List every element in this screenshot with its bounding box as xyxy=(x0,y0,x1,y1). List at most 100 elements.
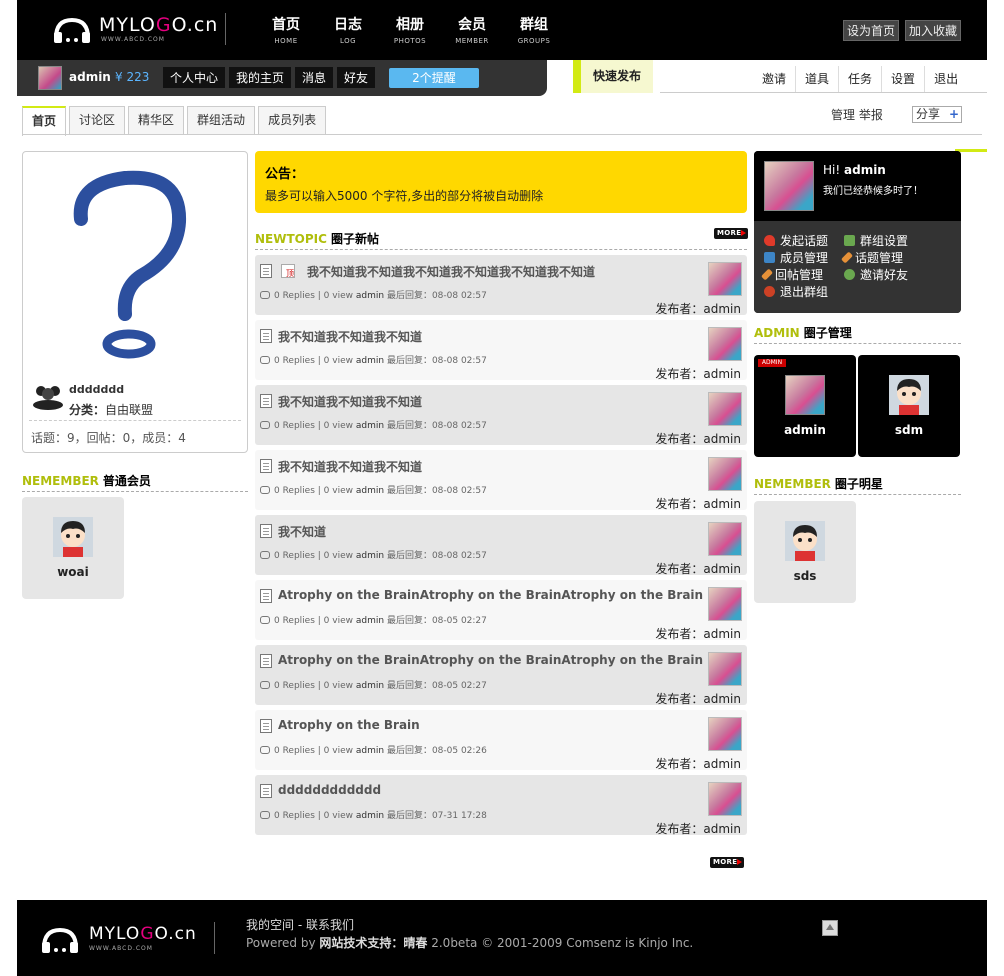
topic-title[interactable]: 我不知道我不知道我不知道 xyxy=(278,393,422,410)
set-home-link[interactable]: 设为首页 xyxy=(842,20,899,41)
friends-button[interactable]: 好友 xyxy=(337,67,376,88)
topic-author-avatar[interactable] xyxy=(708,652,742,686)
user-right-tabs: 邀请 道具 任务 设置 退出 xyxy=(753,66,968,92)
topic-author-avatar[interactable] xyxy=(708,457,742,491)
tab-settings[interactable]: 设置 xyxy=(881,66,925,92)
tab-discussion[interactable]: 讨论区 xyxy=(69,106,126,134)
tab-group-activity[interactable]: 群组活动 xyxy=(187,106,256,134)
nav-groups[interactable]: 群组 GROUPS xyxy=(503,14,565,45)
topic-author-avatar[interactable] xyxy=(708,587,742,621)
topic-title[interactable]: 我不知道我不知道我不知道 xyxy=(278,328,422,345)
topic-row[interactable]: Atrophy on the Brain 0 Replies | 0 view a… xyxy=(255,710,747,772)
topic-author-avatar[interactable] xyxy=(708,522,742,556)
topic-user[interactable]: admin xyxy=(356,681,384,691)
topic-user[interactable]: admin xyxy=(356,486,384,496)
back-to-top-icon[interactable] xyxy=(822,920,838,936)
my-homepage-button[interactable]: 我的主页 xyxy=(229,67,292,88)
action-leave-group[interactable]: 退出群组 xyxy=(764,283,828,300)
nav-photos[interactable]: 相册 PHOTOS xyxy=(379,14,441,45)
admin-card[interactable]: sdm xyxy=(858,355,960,457)
nav-member[interactable]: 会员 MEMBER xyxy=(441,14,503,45)
comment-icon xyxy=(260,551,270,559)
user-avatar[interactable] xyxy=(38,66,62,90)
topic-title[interactable]: 我不知道我不知道我不知道 xyxy=(278,458,422,475)
topic-row[interactable]: 我不知道我不知道我不知道 0 Replies | 0 view admin 最后回… xyxy=(255,385,747,447)
group-name[interactable]: ddddddd xyxy=(69,383,124,396)
topic-author-avatar[interactable] xyxy=(708,262,742,296)
topic-title[interactable]: Atrophy on the BrainAtrophy on the Brain… xyxy=(278,653,703,667)
user-center-button[interactable]: 个人中心 xyxy=(163,67,226,88)
topic-author[interactable]: 发布者：admin xyxy=(655,430,741,447)
member-card[interactable]: woai xyxy=(22,497,124,599)
action-member-manage[interactable]: 成员管理 xyxy=(764,249,828,266)
topic-user[interactable]: admin xyxy=(356,746,384,756)
add-favorite-link[interactable]: 加入收藏 xyxy=(904,20,961,41)
tab-invite[interactable]: 邀请 xyxy=(753,66,796,92)
topic-title[interactable]: Atrophy on the Brain xyxy=(278,718,420,732)
topic-row[interactable]: 顶我不知道我不知道我不知道我不知道我不知道我不知道 0 Replies | 0 v… xyxy=(255,255,747,317)
star-member-card[interactable]: sds xyxy=(754,501,856,603)
topic-author-avatar[interactable] xyxy=(708,327,742,361)
more-topics-button[interactable]: MORE xyxy=(714,228,748,239)
topic-row[interactable]: 我不知道我不知道我不知道 0 Replies | 0 view admin 最后回… xyxy=(255,450,747,512)
tab-tasks[interactable]: 任务 xyxy=(838,66,882,92)
topic-author-avatar[interactable] xyxy=(708,782,742,816)
user-name[interactable]: admin xyxy=(69,70,111,84)
comment-icon xyxy=(260,616,270,624)
divider xyxy=(660,92,987,93)
topic-author[interactable]: 发布者：admin xyxy=(655,625,741,642)
profile-avatar[interactable] xyxy=(764,161,814,211)
topic-row[interactable]: Atrophy on the BrainAtrophy on the Brain… xyxy=(255,580,747,642)
tab-featured[interactable]: 精华区 xyxy=(128,106,185,134)
topic-author[interactable]: 发布者：admin xyxy=(655,755,741,772)
topic-user[interactable]: admin xyxy=(356,616,384,626)
topic-author-avatar[interactable] xyxy=(708,392,742,426)
document-icon xyxy=(260,394,272,408)
share-button[interactable]: 分享 + xyxy=(912,106,962,123)
divider xyxy=(29,420,241,421)
topic-author[interactable]: 发布者：admin xyxy=(655,690,741,707)
action-group-settings[interactable]: 群组设置 xyxy=(844,232,908,249)
topic-row[interactable]: dddddddddddd 0 Replies | 0 view admin 最后回… xyxy=(255,775,747,837)
tab-member-list[interactable]: 成员列表 xyxy=(258,106,327,134)
nav-home[interactable]: 首页 HOME xyxy=(255,14,317,45)
action-topic-manage[interactable]: 话题管理 xyxy=(840,249,903,266)
topic-user[interactable]: admin xyxy=(356,551,384,561)
topic-title[interactable]: 我不知道 xyxy=(278,523,326,540)
topic-title[interactable]: dddddddddddd xyxy=(278,783,381,797)
member-name: sds xyxy=(793,569,817,583)
manage-report-links[interactable]: 管理 举报 xyxy=(831,106,883,123)
comment-icon xyxy=(260,811,270,819)
topic-row[interactable]: Atrophy on the BrainAtrophy on the Brain… xyxy=(255,645,747,707)
topic-author[interactable]: 发布者：admin xyxy=(655,365,741,382)
topic-author[interactable]: 发布者：admin xyxy=(655,820,741,837)
topic-author[interactable]: 发布者：admin xyxy=(655,560,741,577)
topic-user[interactable]: admin xyxy=(356,291,384,301)
topic-author[interactable]: 发布者：admin xyxy=(655,300,741,317)
tab-group-home[interactable]: 首页 xyxy=(22,106,67,136)
action-new-topic[interactable]: 发起话题 xyxy=(764,232,828,249)
topic-user[interactable]: admin xyxy=(356,356,384,366)
avatar-photo xyxy=(785,375,825,415)
reminder-button[interactable]: 2个提醒 xyxy=(389,68,479,88)
topic-author[interactable]: 发布者：admin xyxy=(655,495,741,512)
action-reply-manage[interactable]: 回帖管理 xyxy=(760,266,823,283)
nav-log[interactable]: 日志 LOG xyxy=(317,14,379,45)
admin-card[interactable]: ADMIN admin xyxy=(754,355,856,457)
divider xyxy=(22,491,248,492)
action-invite-friends[interactable]: 邀请好友 xyxy=(844,266,908,283)
topic-row[interactable]: 我不知道 0 Replies | 0 view admin 最后回复：08-08 … xyxy=(255,515,747,577)
topic-row[interactable]: 我不知道我不知道我不知道 0 Replies | 0 view admin 最后回… xyxy=(255,320,747,382)
topic-user[interactable]: admin xyxy=(356,811,384,821)
messages-button[interactable]: 消息 xyxy=(295,67,334,88)
topic-title[interactable]: 我不知道我不知道我不知道我不知道我不知道我不知道 xyxy=(307,263,595,280)
more-topics-bottom-button[interactable]: MORE xyxy=(710,857,744,868)
tab-props[interactable]: 道具 xyxy=(795,66,839,92)
footer-links[interactable]: 我的空间 - 联系我们 xyxy=(246,916,354,933)
topic-user[interactable]: admin xyxy=(356,421,384,431)
plus-icon: + xyxy=(948,107,959,121)
tab-logout[interactable]: 退出 xyxy=(924,66,968,92)
topic-author-avatar[interactable] xyxy=(708,717,742,751)
quick-post-tab[interactable]: 快速发布 xyxy=(573,60,653,93)
topic-title[interactable]: Atrophy on the BrainAtrophy on the Brain… xyxy=(278,588,703,602)
